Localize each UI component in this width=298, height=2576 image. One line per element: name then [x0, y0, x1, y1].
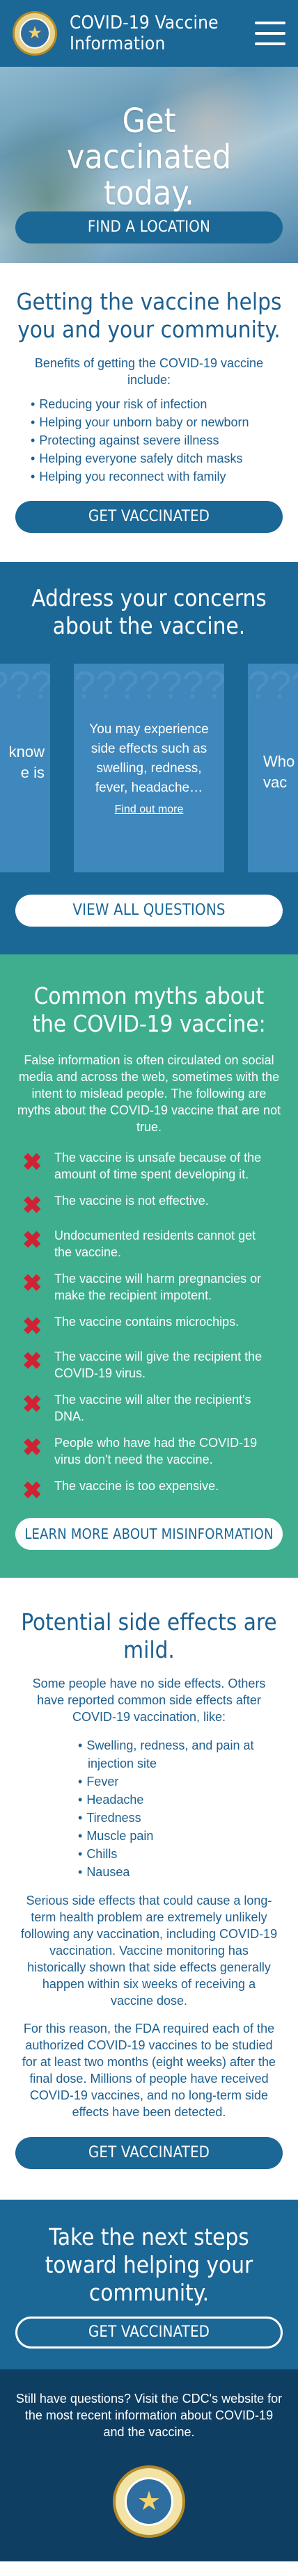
concerns-carousel[interactable]: ????????????????????????????????????????…: [0, 664, 298, 872]
side-effects-section: Potential side effects are mild. Some pe…: [0, 1578, 298, 2200]
myth-text: The vaccine is unsafe because of the amo…: [54, 1151, 262, 1181]
myth-text: The vaccine will give the recipient the …: [54, 1350, 262, 1380]
myth-text: The vaccine will alter the recipient's D…: [54, 1393, 251, 1423]
list-item: Helping you reconnect with family: [31, 467, 283, 486]
myths-list: ✖ The vaccine is unsafe because of the am…: [15, 1149, 283, 1503]
get-vaccinated-button[interactable]: GET VACCINATED: [15, 501, 283, 533]
state-seal-icon[interactable]: ★: [13, 11, 57, 56]
myth-item: ✖ The vaccine contains microchips.: [22, 1313, 272, 1338]
next-steps-section: Take the next steps toward helping your …: [0, 2200, 298, 2369]
list-item: Fever: [78, 1773, 283, 1791]
list-item: Headache: [78, 1791, 283, 1809]
benefits-intro: Benefits of getting the COVID-19 vaccine…: [34, 356, 264, 387]
x-mark-icon: ✖: [22, 1192, 42, 1219]
menu-bar: [255, 22, 285, 24]
list-item: Nausea: [78, 1863, 283, 1881]
menu-bar: [255, 42, 285, 45]
myth-text: The vaccine is not effective.: [54, 1194, 209, 1208]
view-all-questions-button[interactable]: VIEW ALL QUESTIONS: [15, 895, 283, 927]
hero-banner: Get vaccinated today. FIND A LOCATION: [0, 67, 298, 263]
myth-item: ✖ The vaccine will harm pregnancies or ma…: [22, 1270, 272, 1304]
benefits-heading: Getting the vaccine helps you and your c…: [16, 288, 282, 343]
list-item: Muscle pain: [78, 1827, 283, 1845]
myth-text: The vaccine will harm pregnancies or mak…: [54, 1272, 262, 1302]
myth-item: ✖ The vaccine will alter the recipient's …: [22, 1391, 272, 1425]
list-item: Protecting against severe illness: [31, 431, 283, 449]
list-item: Chills: [78, 1845, 283, 1863]
x-mark-icon: ✖: [22, 1478, 42, 1504]
next-steps-heading: Take the next steps toward helping your …: [45, 2223, 253, 2306]
myth-item: ✖ Undocumented residents cannot get the v…: [22, 1227, 272, 1261]
myth-item: ✖ The vaccine will give the recipient the…: [22, 1348, 272, 1382]
concerns-heading: Address your concerns about the vaccine.: [31, 584, 267, 639]
myth-text: Undocumented residents cannot get the va…: [54, 1229, 256, 1259]
myth-item: ✖ The vaccine is too expensive.: [22, 1478, 272, 1503]
site-header: ★ COVID-19 Vaccine Information: [0, 0, 298, 67]
benefits-list: Reducing your risk of infection Helping …: [31, 395, 283, 486]
find-location-button[interactable]: FIND A LOCATION: [15, 211, 283, 243]
myths-section: Common myths about the COVID-19 vaccine:…: [0, 954, 298, 1578]
x-mark-icon: ✖: [22, 1313, 42, 1340]
side-effects-paragraph: For this reason, the FDA required each o…: [22, 2022, 276, 2119]
star-icon: ★: [125, 2477, 173, 2526]
concern-card-current[interactable]: ????????????????????????????????????????…: [74, 664, 224, 872]
side-effects-paragraph: Serious side effects that could cause a …: [20, 1894, 278, 2008]
myth-item: ✖ The vaccine is unsafe because of the am…: [22, 1149, 272, 1183]
concern-card-peek-text: Who vac: [263, 753, 295, 791]
menu-bar: [255, 32, 285, 35]
side-effects-list: Swelling, redness, and pain at injection…: [78, 1736, 283, 1881]
concern-card-peek-text: know e is: [8, 743, 45, 781]
x-mark-icon: ✖: [22, 1149, 42, 1176]
side-effects-intro: Some people have no side effects. Others…: [32, 1677, 266, 1724]
myth-item: ✖ People who have had the COVID-19 virus …: [22, 1434, 272, 1468]
site-title: COVID-19 Vaccine Information: [70, 13, 219, 54]
x-mark-icon: ✖: [22, 1434, 42, 1461]
myths-intro: False information is often circulated on…: [17, 1053, 281, 1134]
list-item: Helping your unborn baby or newborn: [31, 413, 283, 431]
concern-card-previous[interactable]: ????????????????????????????????????????…: [0, 664, 50, 872]
myths-heading: Common myths about the COVID-19 vaccine:: [32, 982, 266, 1037]
myth-item: ✖ The vaccine is not effective.: [22, 1192, 272, 1217]
x-mark-icon: ✖: [22, 1270, 42, 1297]
list-item: Reducing your risk of infection: [31, 395, 283, 413]
myth-text: People who have had the COVID-19 virus d…: [54, 1436, 258, 1466]
myth-text: The vaccine is too expensive.: [54, 1479, 219, 1493]
concerns-section: Address your concerns about the vaccine.…: [0, 562, 298, 954]
list-item: Swelling, redness, and pain at injection…: [78, 1736, 283, 1773]
site-footer: Still have questions? Visit the CDC's we…: [0, 2369, 298, 2561]
myth-text: The vaccine contains microchips.: [54, 1315, 240, 1329]
side-effects-heading: Potential side effects are mild.: [21, 1608, 277, 1663]
learn-more-misinformation-button[interactable]: LEARN MORE ABOUT MISINFORMATION: [15, 1518, 283, 1550]
concern-card-text: You may experience side effects such as …: [89, 722, 209, 795]
hero-title: Get vaccinated today.: [66, 102, 232, 213]
get-vaccinated-button[interactable]: GET VACCINATED: [15, 2317, 283, 2349]
footer-text: Still have questions? Visit the CDC's we…: [15, 2392, 283, 2439]
hamburger-menu-icon[interactable]: [255, 22, 285, 45]
state-seal-icon: ★: [113, 2465, 185, 2538]
x-mark-icon: ✖: [22, 1391, 42, 1418]
find-out-more-link[interactable]: Find out more: [115, 803, 184, 816]
x-mark-icon: ✖: [22, 1348, 42, 1375]
concern-card-next[interactable]: ????????????????????????????????????????…: [248, 664, 298, 872]
list-item: Tiredness: [78, 1809, 283, 1827]
x-mark-icon: ✖: [22, 1227, 42, 1254]
star-icon: ★: [19, 18, 50, 49]
benefits-section: Getting the vaccine helps you and your c…: [0, 263, 298, 562]
get-vaccinated-button[interactable]: GET VACCINATED: [15, 2137, 283, 2169]
list-item: Helping everyone safely ditch masks: [31, 449, 283, 467]
